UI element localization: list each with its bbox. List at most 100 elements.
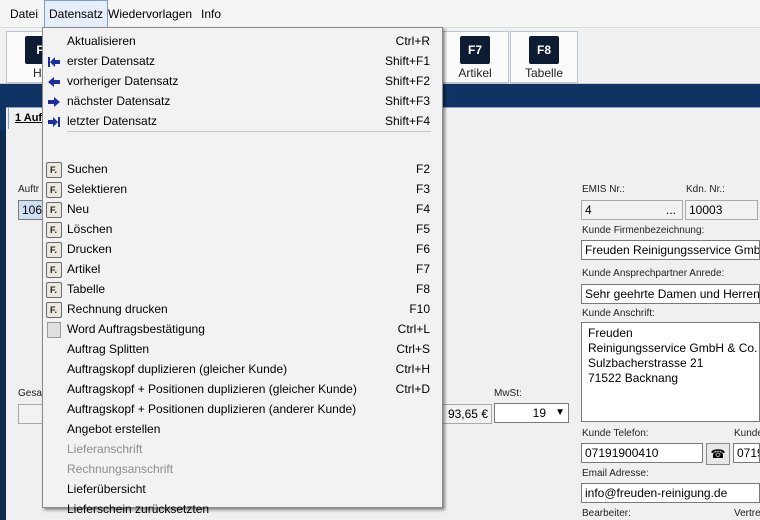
telefon-field[interactable]: 07191900410 — [581, 443, 703, 463]
kdn-label: Kdn. Nr.: — [686, 184, 725, 195]
menu-item-shortcut: Shift+F1 — [384, 54, 430, 68]
menu-item-shortcut: Shift+F2 — [384, 74, 430, 88]
mwst-label: MwSt: — [494, 388, 522, 399]
menu-item-kopf-positionen-gleicher-kunde[interactable]: Auftragskopf + Positionen duplizieren (g… — [43, 380, 442, 400]
menu-item-label: Rechnung drucken — [67, 302, 168, 316]
gesamt-field[interactable] — [18, 404, 44, 424]
phone-icon[interactable]: ☎ — [706, 443, 730, 465]
menu-item-artikel[interactable]: F. Artikel F7 — [43, 260, 442, 280]
firma-label: Kunde Firmenbezeichnung: — [582, 225, 705, 236]
datensatz-menu: Aktualisieren Ctrl+R erster Datensatz Sh… — [42, 27, 443, 516]
kdn-value: 10003 — [689, 203, 723, 217]
menu-item-shortcut: Shift+F4 — [384, 114, 430, 128]
menu-item-neu[interactable]: F. Neu F4 — [43, 200, 442, 220]
menu-item-label: vorheriger Datensatz — [67, 74, 179, 88]
menu-item-letzter-datensatz[interactable]: letzter Datensatz Shift+F4 — [43, 112, 442, 132]
anrede-label: Kunde Ansprechpartner Anrede: — [582, 268, 725, 279]
menu-item-tabelle[interactable]: F. Tabelle F8 — [43, 280, 442, 300]
menu-item-loeschen[interactable]: F. Löschen F5 — [43, 220, 442, 240]
auftrag-label: Auftr — [18, 184, 40, 195]
menu-item-shortcut: F4 — [415, 202, 430, 216]
menu-item-lieferuebersicht[interactable]: Lieferübersicht — [43, 480, 442, 500]
telefon2-label: Kunde — [734, 428, 760, 439]
function-key-icon: F. — [46, 182, 62, 198]
menu-item-shortcut: Ctrl+L — [397, 322, 430, 336]
email-field[interactable]: info@freuden-reinigung.de — [581, 483, 760, 503]
menu-datensatz[interactable]: Datensatz — [44, 0, 109, 28]
menu-item-label: Neu — [67, 202, 90, 216]
anrede-value: Sehr geehrte Damen und Herren, — [585, 287, 760, 301]
menu-item-label: Lieferübersicht — [67, 482, 146, 496]
emis-lookup-button[interactable]: ... — [666, 201, 676, 219]
menu-wiedervorlagen[interactable]: Wiedervorlagen — [108, 0, 192, 28]
menu-item-auftragskopf-duplizieren[interactable]: Auftragskopf duplizieren (gleicher Kunde… — [43, 360, 442, 380]
menu-item-aktualisieren[interactable]: Aktualisieren Ctrl+R — [43, 32, 442, 52]
artikel-button[interactable]: F7 Artikel — [441, 31, 509, 83]
anrede-field[interactable]: Sehr geehrte Damen und Herren, — [581, 284, 760, 304]
menu-item-angebot-erstellen[interactable]: Angebot erstellen — [43, 420, 442, 440]
menu-item-label: Rechnungsanschrift — [67, 462, 174, 476]
gesamt-label: Gesa — [18, 388, 42, 399]
menu-item-drucken[interactable]: F. Drucken F6 — [43, 240, 442, 260]
amount-value: 93,65 € — [447, 407, 488, 421]
anschrift-line: Freuden — [588, 326, 633, 340]
function-key-icon: F. — [46, 202, 62, 218]
menu-item-suchen[interactable]: F. Suchen F2 — [43, 160, 442, 180]
firma-field[interactable]: Freuden Reinigungsservice GmbH — [581, 240, 760, 260]
menu-item-shortcut: F10 — [409, 302, 430, 316]
function-key-icon: F. — [46, 162, 62, 178]
email-label: Email Adresse: — [582, 468, 649, 479]
bearbeiter-label: Bearbeiter: — [582, 508, 631, 519]
menu-item-shortcut: F6 — [415, 242, 430, 256]
menu-info[interactable]: Info — [201, 0, 221, 28]
function-key-icon: F. — [46, 222, 62, 238]
auftrag-number-field[interactable]: 106 — [18, 200, 44, 220]
menu-item-naechster-datensatz[interactable]: nächster Datensatz Shift+F3 — [43, 92, 442, 112]
kdn-field[interactable]: 10003 — [685, 200, 758, 220]
email-value: info@freuden-reinigung.de — [585, 486, 728, 500]
f7-key-badge: F7 — [460, 36, 490, 64]
menu-item-kopf-positionen-anderer-kunde[interactable]: Auftragskopf + Positionen duplizieren (a… — [43, 400, 442, 420]
mwst-select[interactable]: 19 ▼ — [494, 403, 569, 423]
menu-item-shortcut: F7 — [415, 262, 430, 276]
menu-bar: Datei Datensatz Wiedervorlagen Info — [0, 0, 760, 28]
telefon2-field[interactable]: 0719 — [733, 443, 760, 463]
menu-item-vorheriger-datensatz[interactable]: vorheriger Datensatz Shift+F2 — [43, 72, 442, 92]
menu-item-lieferschein-zuruecksetzen[interactable]: Lieferschein zurücksetzten — [43, 500, 442, 520]
menu-item-shortcut: F5 — [415, 222, 430, 236]
auftrag-number-value: 106 — [22, 203, 43, 217]
firma-value: Freuden Reinigungsservice GmbH — [585, 243, 760, 257]
menu-item-label: Lieferschein zurücksetzten — [67, 502, 210, 516]
function-key-icon: F. — [46, 262, 62, 278]
tabelle-button[interactable]: F8 Tabelle — [510, 31, 578, 83]
menu-item-erster-datensatz[interactable]: erster Datensatz Shift+F1 — [43, 52, 442, 72]
menu-item-word-auftragsbestaetigung[interactable]: Word Auftragsbestätigung Ctrl+L — [43, 320, 442, 340]
menu-item-shortcut: Shift+F3 — [384, 94, 430, 108]
previous-record-icon — [46, 74, 62, 90]
telefon-value: 07191900410 — [585, 446, 659, 460]
last-record-icon — [46, 114, 62, 130]
vertreter-label: Vertre — [734, 508, 760, 519]
menu-item-shortcut: F3 — [415, 182, 430, 196]
menu-item-label: Auftragskopf + Positionen duplizieren (a… — [67, 402, 357, 416]
menu-item-shortcut: F2 — [415, 162, 430, 176]
menu-item-shortcut: Ctrl+D — [395, 382, 430, 396]
menu-item-rechnung-drucken[interactable]: F. Rechnung drucken F10 — [43, 300, 442, 320]
menu-item-label: Artikel — [67, 262, 101, 276]
next-record-icon — [46, 94, 62, 110]
emis-label: EMIS Nr.: — [582, 184, 625, 195]
telefon2-value: 0719 — [737, 446, 759, 460]
anschrift-textarea[interactable]: Freuden Reinigungsservice GmbH & Co. K S… — [581, 322, 760, 422]
menu-datei[interactable]: Datei — [10, 0, 38, 28]
chevron-down-icon[interactable]: ▼ — [555, 404, 565, 422]
menu-item-auftrag-splitten[interactable]: Auftrag Splitten Ctrl+S — [43, 340, 442, 360]
menu-item-label: Selektieren — [67, 182, 128, 196]
emis-field[interactable]: 4 ... — [581, 200, 683, 220]
anschrift-line: 71522 Backnang — [588, 371, 679, 385]
menu-item-shortcut: Ctrl+H — [395, 362, 430, 376]
menu-item-label: Auftragskopf + Positionen duplizieren (g… — [67, 382, 357, 396]
tabelle-button-label: Tabelle — [524, 66, 564, 80]
menu-item-label: Tabelle — [67, 282, 106, 296]
telefon-label: Kunde Telefon: — [582, 428, 649, 439]
menu-item-selektieren[interactable]: F. Selektieren F3 — [43, 180, 442, 200]
